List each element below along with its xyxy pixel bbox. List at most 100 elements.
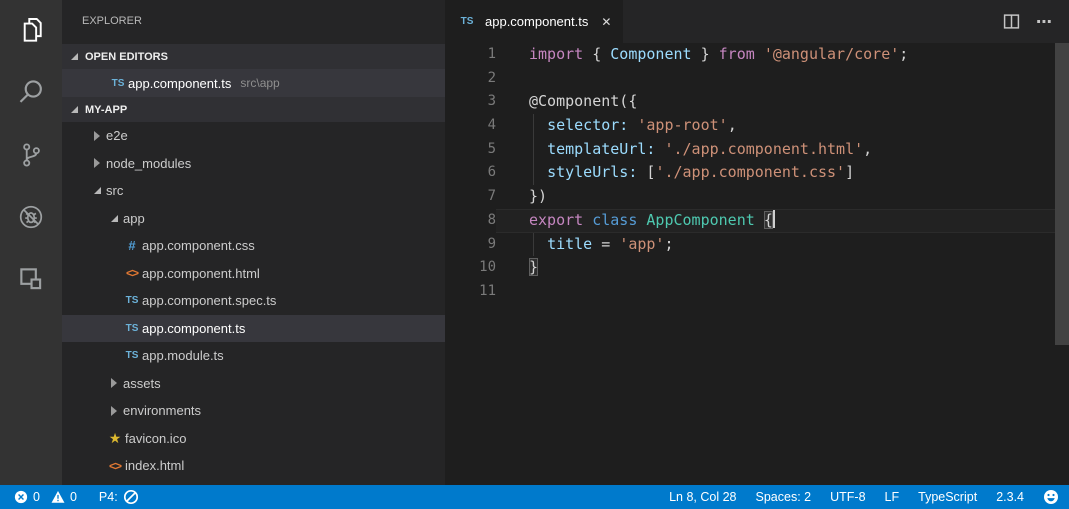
twistie-collapsed-icon (94, 158, 100, 168)
tree-folder-e2e[interactable]: e2e (62, 122, 445, 150)
twistie-expanded-icon (71, 106, 78, 113)
code-line-4[interactable]: 4 selector: 'app-root', (445, 114, 1069, 138)
explorer-icon[interactable] (0, 0, 62, 62)
twistie-collapsed-icon (111, 378, 117, 388)
indent-guide (533, 138, 534, 162)
html-file-icon: <> (122, 266, 142, 280)
tree-item-label: app.component.spec.ts (142, 293, 276, 308)
tree-item-label: e2e (106, 128, 128, 143)
eol-setting[interactable]: LF (885, 490, 900, 504)
indentation-setting[interactable]: Spaces: 2 (756, 490, 812, 504)
code-line-3[interactable]: 3@Component({ (445, 90, 1069, 114)
search-icon[interactable] (0, 62, 62, 124)
source-control-icon[interactable] (0, 124, 62, 186)
language-mode[interactable]: TypeScript (918, 490, 977, 504)
tree-file-app.component.ts[interactable]: TSapp.component.ts (62, 315, 445, 343)
code-line-6[interactable]: 6 styleUrls: ['./app.component.css'] (445, 161, 1069, 185)
code-line-9[interactable]: 9 title = 'app'; (445, 233, 1069, 257)
tab-label: app.component.ts (485, 14, 588, 29)
open-editor-path: src\app (240, 76, 279, 90)
ts-file-icon: TS (122, 350, 142, 361)
code-line-10[interactable]: 10} (445, 256, 1069, 280)
prohibition-icon (123, 489, 139, 505)
tree-folder-app[interactable]: app (62, 205, 445, 233)
vscode-window: EXPLORER OPEN EDITORS TS app.component.t… (0, 0, 1069, 509)
files-icon (15, 15, 47, 47)
code-line-7[interactable]: 7}) (445, 185, 1069, 209)
open-editor-label: app.component.ts (128, 76, 231, 91)
git-branch-icon (16, 140, 46, 170)
line-number: 2 (445, 67, 496, 91)
line-number: 6 (445, 161, 496, 185)
perforce-label: P4: (99, 490, 118, 504)
sidebar-title: EXPLORER (62, 0, 445, 44)
editor-actions: ⋯ (1003, 0, 1069, 43)
split-editor-icon[interactable] (1003, 13, 1020, 30)
html-file-icon: <> (105, 459, 125, 473)
tab-bar: TS app.component.ts ✕ ⋯ (445, 0, 1069, 43)
tree-file-app.module.ts[interactable]: TSapp.module.ts (62, 342, 445, 370)
typescript-file-icon: TS (457, 16, 477, 27)
twistie-expanded-icon (71, 53, 78, 60)
text-cursor (773, 210, 775, 228)
code-line-8[interactable]: 8export class AppComponent { (445, 209, 1069, 233)
warning-icon (51, 490, 65, 504)
ts-file-icon: TS (122, 323, 142, 334)
tree-file-favicon.ico[interactable]: ★favicon.ico (62, 425, 445, 453)
problems-indicator[interactable]: 0 0 (14, 490, 77, 504)
tree-file-app.component.spec.ts[interactable]: TSapp.component.spec.ts (62, 287, 445, 315)
section-project[interactable]: MY-APP (62, 97, 445, 122)
extensions-square-icon (16, 264, 46, 294)
line-number: 4 (445, 114, 496, 138)
tree-item-label: node_modules (106, 156, 191, 171)
file-tree: e2enode_modulessrcapp#app.component.css<… (62, 122, 445, 480)
open-editor-item[interactable]: TS app.component.ts src\app (62, 69, 445, 97)
code-line-2[interactable]: 2 (445, 67, 1069, 91)
tree-file-index.html[interactable]: <>index.html (62, 452, 445, 480)
perforce-status[interactable]: P4: (99, 489, 139, 505)
tree-item-label: app.component.ts (142, 321, 245, 336)
status-bar: 0 0 P4: Ln 8, Col 28 Spaces: 2 UTF-8 L (0, 485, 1069, 509)
tree-item-label: app.module.ts (142, 348, 224, 363)
indent-guide (533, 161, 534, 185)
typescript-version[interactable]: 2.3.4 (996, 490, 1024, 504)
tree-folder-src[interactable]: src (62, 177, 445, 205)
extensions-icon[interactable] (0, 248, 62, 310)
magnifier-icon (15, 77, 47, 109)
encoding-setting[interactable]: UTF-8 (830, 490, 865, 504)
line-number: 7 (445, 185, 496, 209)
smiley-icon (1043, 489, 1059, 505)
more-actions-icon[interactable]: ⋯ (1036, 12, 1053, 32)
feedback-smiley[interactable] (1043, 489, 1059, 505)
tree-file-app.component.html[interactable]: <>app.component.html (62, 260, 445, 288)
line-number: 3 (445, 90, 496, 114)
section-open-editors[interactable]: OPEN EDITORS (62, 44, 445, 69)
error-count: 0 (33, 490, 40, 504)
tree-item-label: app.component.css (142, 238, 255, 253)
code-line-1[interactable]: 1import { Component } from '@angular/cor… (445, 43, 1069, 67)
code-editor[interactable]: 1import { Component } from '@angular/cor… (445, 43, 1069, 485)
tree-item-label: environments (123, 403, 201, 418)
tab-app-component-ts[interactable]: TS app.component.ts ✕ (445, 0, 623, 43)
line-number: 10 (445, 256, 496, 280)
debug-icon[interactable] (0, 186, 62, 248)
tree-item-label: app (123, 211, 145, 226)
line-number: 11 (445, 280, 496, 304)
line-number: 9 (445, 233, 496, 257)
cursor-position[interactable]: Ln 8, Col 28 (669, 490, 736, 504)
twistie-expanded-icon (94, 187, 101, 194)
line-number: 8 (445, 209, 496, 233)
tree-item-label: favicon.ico (125, 431, 186, 446)
editor-scrollbar[interactable] (1055, 43, 1069, 345)
code-line-11[interactable]: 11 (445, 280, 1069, 304)
tree-file-app.component.css[interactable]: #app.component.css (62, 232, 445, 260)
tree-folder-assets[interactable]: assets (62, 370, 445, 398)
section-label: MY-APP (85, 104, 127, 116)
close-icon[interactable]: ✕ (601, 15, 611, 29)
tree-folder-node_modules[interactable]: node_modules (62, 150, 445, 178)
warning-count: 0 (70, 490, 77, 504)
code-line-5[interactable]: 5 templateUrl: './app.component.html', (445, 138, 1069, 162)
typescript-file-icon: TS (108, 78, 128, 89)
tree-folder-environments[interactable]: environments (62, 397, 445, 425)
css-file-icon: # (122, 238, 142, 253)
